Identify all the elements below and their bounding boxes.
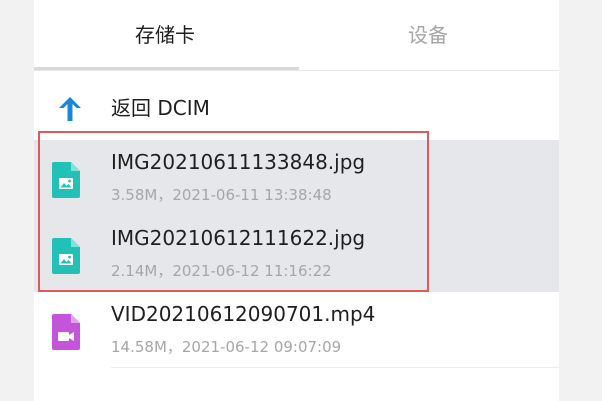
file-meta: 14.58M，2021-06-12 09:07:09 [111,338,342,356]
video-file-icon [52,314,80,350]
file-row[interactable]: IMG20210611133848.jpg 3.58M，2021-06-11 1… [34,140,559,216]
file-name: IMG20210611133848.jpg [111,150,366,174]
back-to-parent-row[interactable]: 返回 DCIM [34,80,559,136]
tab-device[interactable]: 设备 [297,0,559,70]
row-divider [111,367,559,368]
file-name: VID20210612090701.mp4 [111,302,376,326]
file-row[interactable]: VID20210612090701.mp4 14.58M，2021-06-12 … [34,292,559,368]
file-meta: 2.14M，2021-06-12 11:16:22 [111,262,332,280]
up-arrow-icon [55,94,85,124]
image-file-icon [52,238,80,274]
back-label: 返回 DCIM [111,96,210,120]
tab-storage-card[interactable]: 存储卡 [34,0,296,70]
file-row[interactable]: IMG20210612111622.jpg 2.14M，2021-06-12 1… [34,216,559,292]
active-tab-indicator [34,67,299,70]
storage-tabs: 存储卡 设备 [34,0,559,71]
file-meta: 3.58M，2021-06-11 13:38:48 [111,186,332,204]
file-browser-panel: 存储卡 设备 返回 DCIM IMG20210611133848.jpg 3.5… [34,0,559,401]
file-name: IMG20210612111622.jpg [111,226,366,250]
image-file-icon [52,162,80,198]
